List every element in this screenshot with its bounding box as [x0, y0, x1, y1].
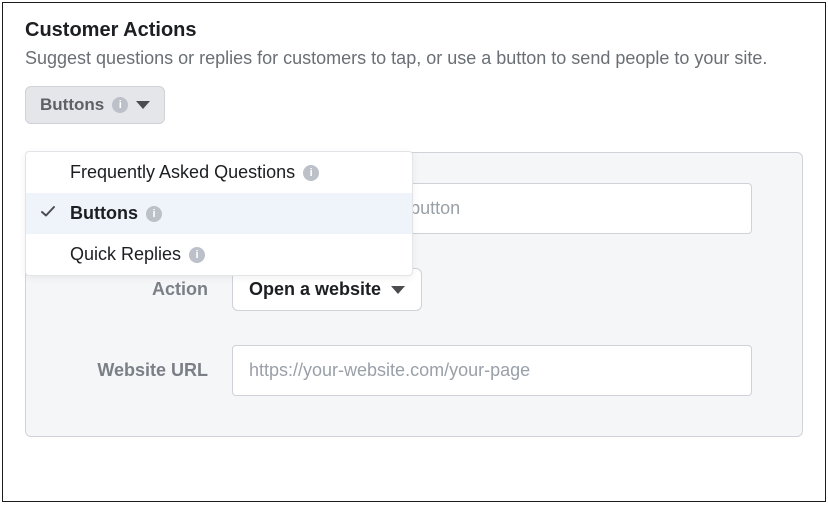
dropdown-trigger-label: Buttons [40, 95, 104, 115]
website-url-label: Website URL [58, 360, 208, 381]
info-icon: i [303, 165, 319, 181]
menu-item-faq[interactable]: Frequently Asked Questions i [26, 152, 412, 193]
chevron-down-icon [136, 101, 150, 109]
menu-item-label: Quick Replies [70, 244, 181, 265]
info-icon: i [112, 97, 128, 113]
info-icon: i [146, 206, 162, 222]
customer-action-type-menu: Frequently Asked Questions i Buttons i Q… [25, 151, 413, 276]
menu-item-label: Buttons [70, 203, 138, 224]
chevron-down-icon [391, 286, 405, 294]
page-title: Customer Actions [25, 19, 803, 42]
info-icon: i [189, 247, 205, 263]
customer-action-type-dropdown[interactable]: Buttons i [25, 86, 165, 124]
page-subtitle: Suggest questions or replies for custome… [25, 46, 785, 70]
menu-item-quick-replies[interactable]: Quick Replies i [26, 234, 412, 275]
action-select-value: Open a website [249, 279, 381, 300]
menu-item-buttons[interactable]: Buttons i [26, 193, 412, 234]
check-icon [40, 203, 56, 224]
website-url-input[interactable] [232, 345, 752, 396]
action-label: Action [58, 279, 208, 300]
menu-item-label: Frequently Asked Questions [70, 162, 295, 183]
